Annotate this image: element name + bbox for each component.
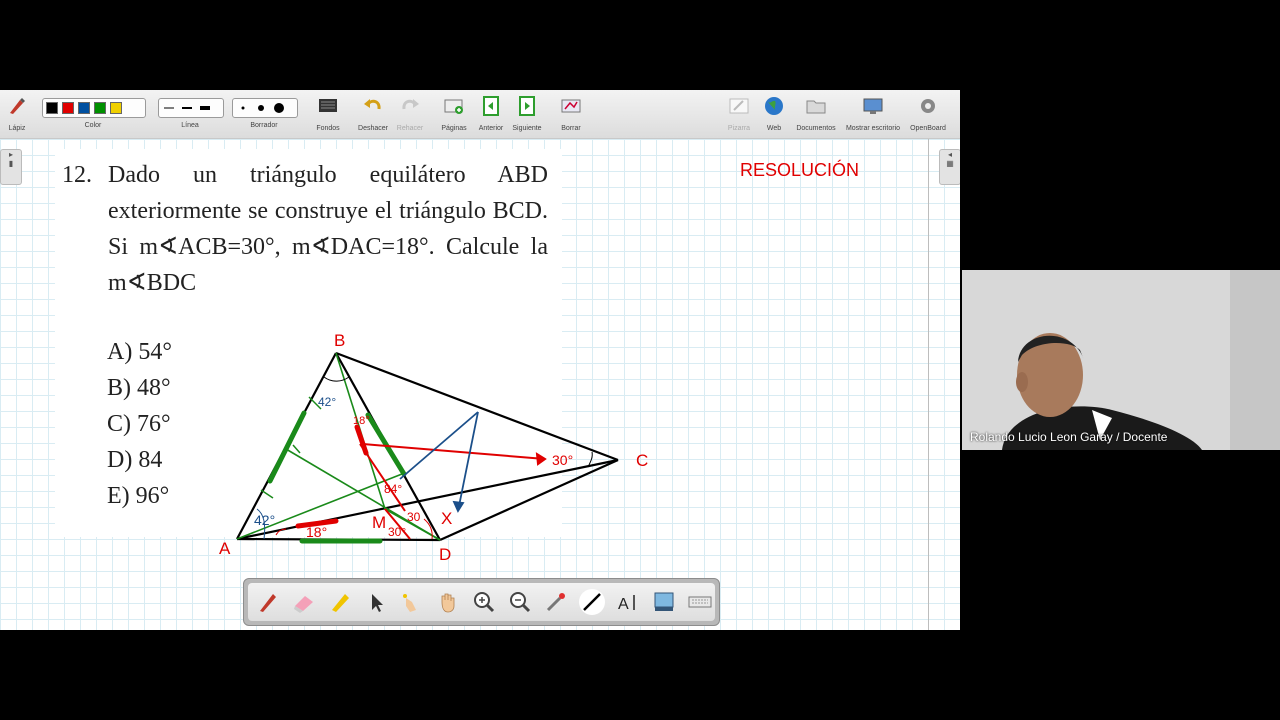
folder-icon [806, 100, 826, 114]
eraser-icon[interactable] [290, 588, 318, 616]
presenter-name: Rolando Lucio Leon Garay / Docente [970, 430, 1168, 444]
line-width-group [158, 98, 224, 118]
color-swatch-yellow[interactable] [110, 102, 122, 114]
pages-button[interactable]: Páginas [436, 90, 472, 138]
next-page-button[interactable]: Siguiente [508, 90, 546, 138]
web-button[interactable]: Web [758, 90, 790, 138]
pen-tool-button[interactable]: Lápiz [2, 90, 32, 138]
eraser-large-option[interactable] [272, 103, 286, 113]
background-icon [319, 99, 337, 112]
redo-button[interactable]: Rehacer [394, 90, 426, 138]
point-label-c: C [636, 451, 648, 470]
pen-icon [10, 98, 25, 114]
point-label-x: X [441, 509, 452, 528]
eraser-small-option[interactable] [236, 103, 250, 113]
undo-button[interactable]: Deshacer [354, 90, 392, 138]
point-label-m: M [372, 513, 386, 532]
globe-icon [765, 97, 783, 115]
keyboard-icon[interactable] [686, 588, 714, 616]
desktop-icon [863, 98, 883, 114]
previous-page-button[interactable]: Anterior [474, 90, 508, 138]
capture-icon[interactable] [650, 588, 678, 616]
angle-label-a42: 42° [254, 512, 275, 528]
whiteboard-canvas[interactable]: ▸ ▮ ◂ ▦ 12. Dado un triángulo equilátero A… [0, 139, 960, 630]
eraser-size-group [232, 98, 298, 118]
previous-page-icon [483, 96, 499, 116]
point-label-b: B [334, 331, 345, 350]
text-tool-icon[interactable]: A [614, 588, 642, 616]
laser-pointer-icon[interactable] [542, 588, 570, 616]
top-toolbar: Lápiz Color Línea Borrador Fondos Deshac… [0, 90, 960, 139]
line-tool-icon[interactable] [578, 588, 606, 616]
point-label-a: A [219, 539, 231, 558]
pointer-icon[interactable] [362, 588, 390, 616]
color-palette [42, 98, 146, 118]
tools-palette: A [243, 578, 720, 626]
angle-label-m84: 84° [384, 482, 402, 496]
backgrounds-button[interactable]: Fondos [310, 90, 346, 138]
hand-pan-icon[interactable] [434, 588, 462, 616]
presenter-image [962, 270, 1280, 450]
point-label-d: D [439, 545, 451, 564]
openboard-menu-button[interactable]: OpenBoard [906, 90, 950, 138]
webcam-video: Rolando Lucio Leon Garay / Docente [962, 270, 1280, 450]
geometry-figure: B C A D M X 30° 18° 42° 42° 18° 84° 30° … [219, 331, 648, 564]
line-medium-option[interactable] [180, 103, 194, 113]
clear-button[interactable]: Borrar [554, 90, 588, 138]
angle-label-b18: 18° [353, 415, 370, 427]
whiteboard-button[interactable]: Pizarra [722, 90, 756, 138]
pen-icon[interactable] [254, 588, 282, 616]
documents-button[interactable]: Documentos [792, 90, 840, 138]
highlighter-icon[interactable] [326, 588, 354, 616]
color-swatch-red[interactable] [62, 102, 74, 114]
svg-text:A: A [618, 596, 629, 613]
interact-hand-icon[interactable] [398, 588, 426, 616]
angle-label-b42: 42° [318, 395, 336, 409]
line-thin-option[interactable] [162, 103, 176, 113]
color-swatch-green[interactable] [94, 102, 106, 114]
whiteboard-icon [729, 98, 749, 114]
add-page-icon [444, 99, 463, 114]
angle-label-acb: 30° [552, 452, 573, 468]
zoom-in-icon[interactable] [470, 588, 498, 616]
right-palette-toggle[interactable]: ◂ ▦ [939, 149, 960, 185]
clear-board-icon [561, 99, 581, 113]
angle-label-dac: 18° [306, 524, 327, 540]
show-desktop-button[interactable]: Mostrar escritorio [842, 90, 904, 138]
line-thick-option[interactable] [198, 103, 212, 113]
undo-icon [364, 99, 381, 110]
color-swatch-black[interactable] [46, 102, 58, 114]
gear-icon [921, 99, 935, 113]
angle-label-x30: 30 [407, 510, 421, 524]
eraser-medium-option[interactable] [254, 103, 268, 113]
zoom-out-icon[interactable] [506, 588, 534, 616]
angle-label-m30: 30° [388, 525, 406, 539]
next-page-icon [519, 96, 535, 116]
openboard-window: Lápiz Color Línea Borrador Fondos Deshac… [0, 90, 960, 630]
color-swatch-blue[interactable] [78, 102, 90, 114]
redo-icon [402, 99, 419, 110]
